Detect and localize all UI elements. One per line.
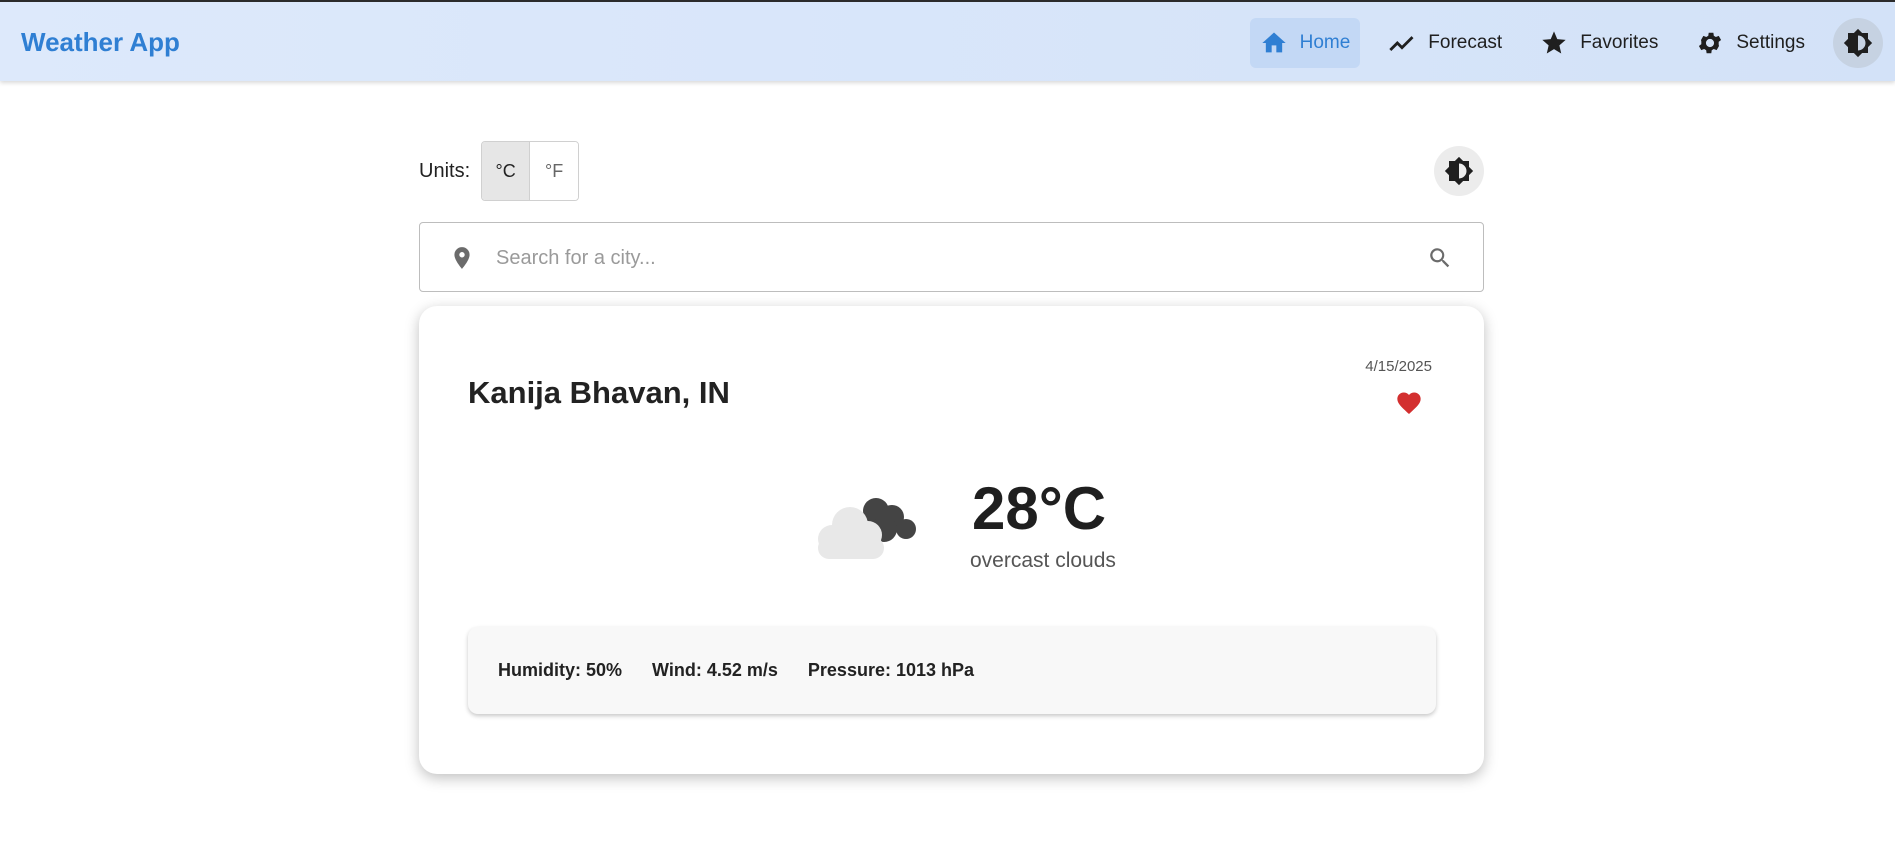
- weather-date: 4/15/2025: [1365, 358, 1432, 375]
- weather-card: Kanija Bhavan, IN 4/15/2025 28°C overcas…: [419, 306, 1484, 774]
- main-content: Units: °C °F Kanija Bhavan, IN 4/15/2025…: [419, 141, 1484, 774]
- content-theme-toggle-button[interactable]: [1434, 146, 1484, 196]
- nav-settings[interactable]: Settings: [1686, 18, 1815, 68]
- nav-forecast-label: Forecast: [1428, 32, 1503, 53]
- nav-home-label: Home: [1299, 32, 1351, 53]
- units-row: Units: °C °F: [419, 141, 1484, 201]
- city-search-input[interactable]: [496, 241, 1396, 275]
- weather-description: overcast clouds: [970, 549, 1116, 572]
- overcast-clouds-icon: [818, 498, 916, 559]
- heart-icon[interactable]: [1394, 389, 1424, 417]
- city-name: Kanija Bhavan, IN: [468, 375, 730, 410]
- search-icon[interactable]: [1427, 245, 1453, 271]
- nav-home[interactable]: Home: [1249, 18, 1361, 68]
- main-nav: Home Forecast Favorites Settings: [1249, 17, 1895, 69]
- nav-favorites-label: Favorites: [1580, 32, 1659, 53]
- brightness-icon: [1444, 156, 1474, 186]
- app-bar: Weather App Home Forecast Favorites Sett…: [0, 0, 1895, 81]
- nav-favorites[interactable]: Favorites: [1530, 18, 1668, 68]
- pressure-value: Pressure: 1013 hPa: [807, 660, 975, 680]
- app-title[interactable]: Weather App: [21, 27, 180, 58]
- weather-details-panel: Humidity: 50% Wind: 4.52 m/s Pressure: 1…: [468, 627, 1436, 714]
- temperature-value: 28°C: [972, 475, 1107, 542]
- units-label: Units:: [419, 159, 471, 182]
- humidity-value: Humidity: 50%: [498, 660, 623, 680]
- unit-celsius-button[interactable]: °C: [482, 142, 531, 200]
- theme-toggle-button[interactable]: [1833, 18, 1883, 68]
- brightness-icon: [1843, 28, 1873, 58]
- wind-value: Wind: 4.52 m/s: [652, 660, 778, 680]
- home-icon: [1261, 32, 1286, 53]
- nav-forecast[interactable]: Forecast: [1378, 18, 1512, 68]
- nav-settings-label: Settings: [1736, 32, 1805, 53]
- star-icon: [1542, 31, 1566, 54]
- trending-icon: [1389, 36, 1414, 51]
- location-pin-icon: [454, 247, 470, 269]
- gear-icon: [1699, 32, 1722, 54]
- unit-fahrenheit-button[interactable]: °F: [530, 142, 579, 200]
- city-search-box: [419, 222, 1484, 292]
- units-toggle-group: °C °F: [481, 141, 580, 201]
